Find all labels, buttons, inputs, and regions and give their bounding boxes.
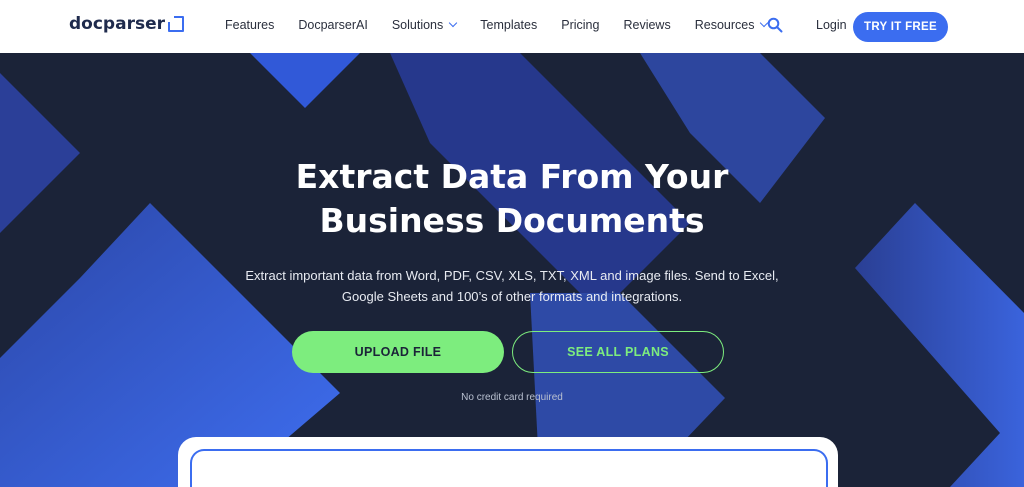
top-navbar: docparser Features DocparserAI Solutions…	[0, 0, 1024, 53]
preview-card-frame	[190, 449, 828, 487]
hero-title: Extract Data From Your Business Document…	[0, 155, 1024, 243]
nav-item-solutions[interactable]: Solutions	[391, 18, 458, 32]
nav-label: Pricing	[561, 18, 600, 32]
chevron-down-icon	[449, 18, 458, 28]
nav-item-templates[interactable]: Templates	[480, 18, 537, 32]
hero-subtitle: Extract important data from Word, PDF, C…	[0, 265, 1024, 307]
search-icon[interactable]	[767, 17, 783, 33]
nav-label: Templates	[480, 18, 538, 32]
hero-subtitle-line2: Google Sheets and 100’s of other formats…	[341, 289, 683, 304]
nav-item-resources[interactable]: Resources	[694, 18, 769, 32]
hero-section: Extract Data From Your Business Document…	[0, 53, 1024, 487]
nav-label: Reviews	[623, 18, 671, 32]
nav-item-reviews[interactable]: Reviews	[623, 18, 670, 32]
see-all-plans-button[interactable]: SEE ALL PLANS	[512, 331, 724, 373]
login-link[interactable]: Login	[816, 18, 847, 32]
logo-text: docparser	[69, 14, 165, 34]
nav-item-features[interactable]: Features	[225, 18, 274, 32]
bg-shape	[855, 203, 1024, 487]
upload-file-button[interactable]: UPLOAD FILE	[292, 331, 504, 373]
hero-title-line1: Extract Data From Your	[295, 157, 729, 196]
nav-label: DocparserAI	[298, 18, 368, 32]
bg-shape	[250, 53, 360, 108]
no-credit-card-note: No credit card required	[461, 392, 563, 403]
try-it-free-button[interactable]: TRY IT FREE	[853, 12, 948, 42]
logo-bracket-icon	[167, 16, 184, 32]
hero-title-line2: Business Documents	[319, 201, 705, 240]
nav-label: Features	[225, 18, 275, 32]
nav-item-docparserai[interactable]: DocparserAI	[298, 18, 367, 32]
nav-label: Resources	[694, 18, 755, 32]
main-menu: Features DocparserAI Solutions Templates…	[225, 18, 791, 32]
nav-item-pricing[interactable]: Pricing	[561, 18, 599, 32]
docparser-logo[interactable]: docparser	[69, 14, 184, 34]
hero-subtitle-line1: Extract important data from Word, PDF, C…	[245, 268, 779, 283]
nav-label: Solutions	[391, 18, 444, 32]
